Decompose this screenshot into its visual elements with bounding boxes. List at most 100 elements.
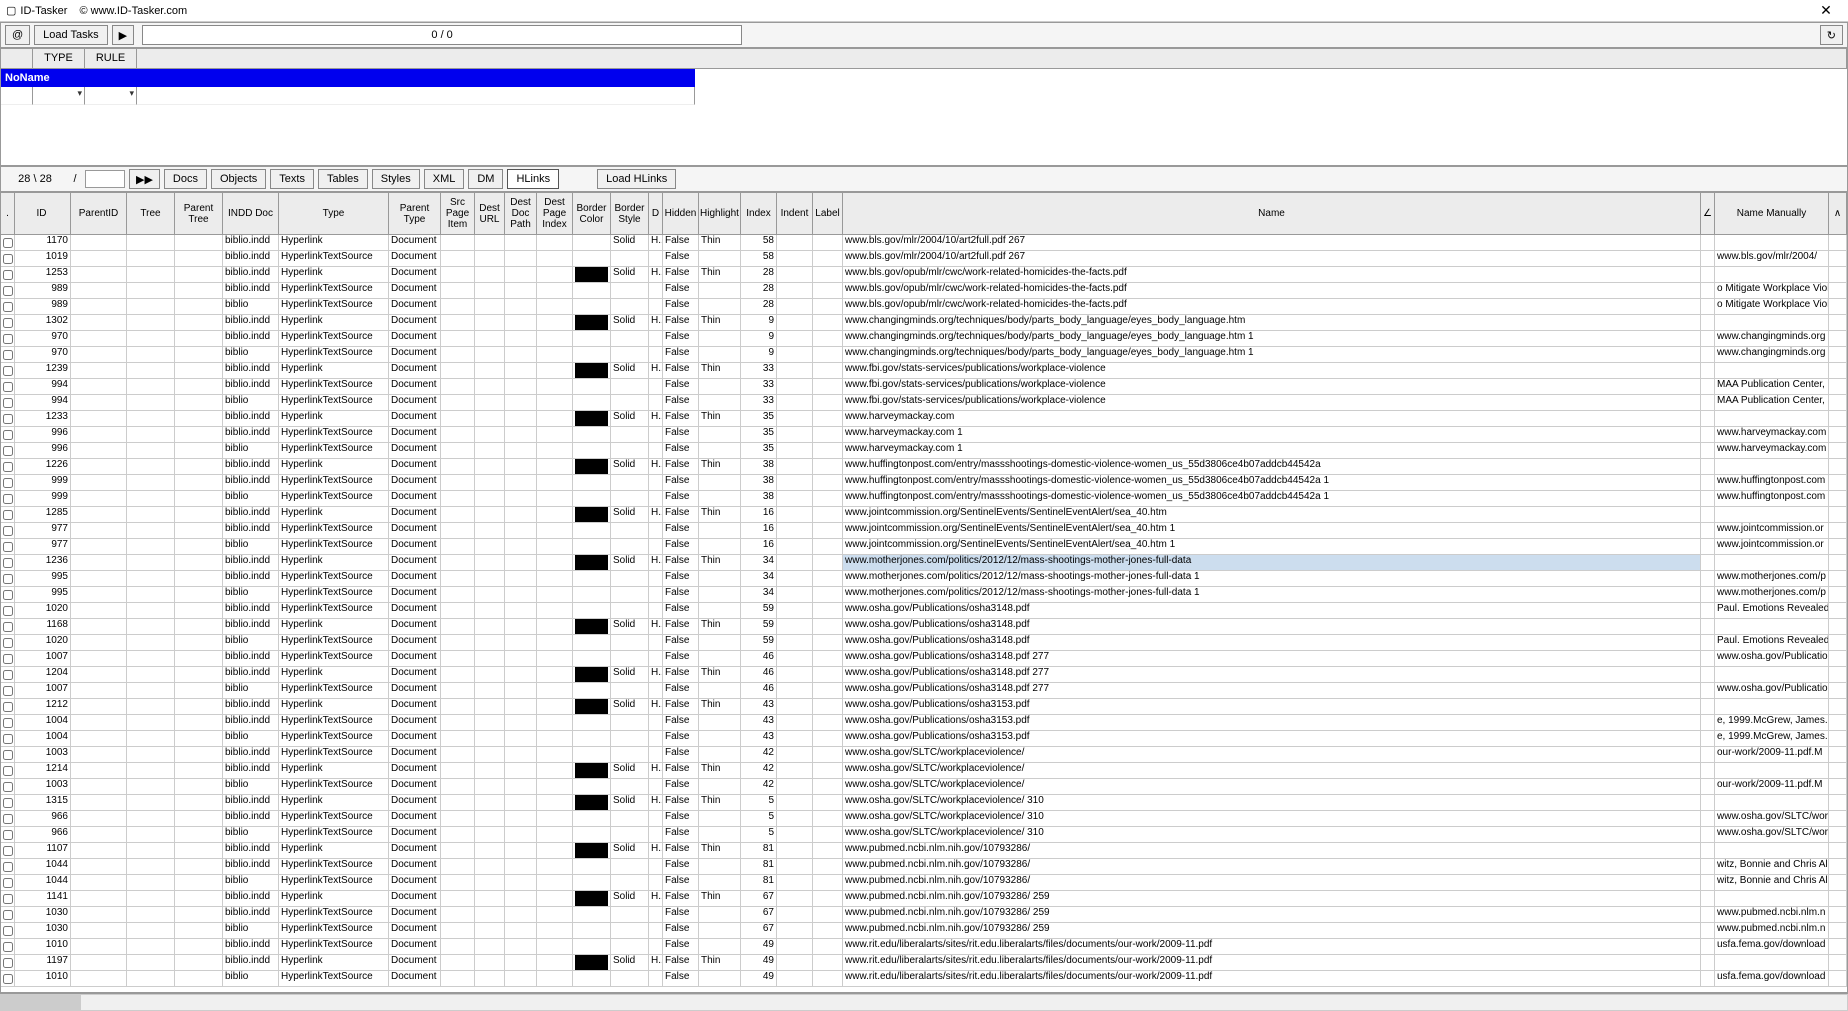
table-row[interactable]: 1004biblioHyperlinkTextSourceDocumentFal… [1, 731, 1847, 747]
table-row[interactable]: 1170biblio.inddHyperlinkDocumentSolidH..… [1, 235, 1847, 251]
table-row[interactable]: 1007biblio.inddHyperlinkTextSourceDocume… [1, 651, 1847, 667]
table-row[interactable]: 1007biblioHyperlinkTextSourceDocumentFal… [1, 683, 1847, 699]
row-checkbox[interactable] [1, 651, 15, 666]
col-indent[interactable]: Indent [777, 193, 813, 234]
col-type[interactable]: Type [279, 193, 389, 234]
table-row[interactable]: 1197biblio.inddHyperlinkDocumentSolidH..… [1, 955, 1847, 971]
table-row[interactable]: 1010biblio.inddHyperlinkTextSourceDocume… [1, 939, 1847, 955]
table-row[interactable]: 977biblioHyperlinkTextSourceDocumentFals… [1, 539, 1847, 555]
row-checkbox[interactable] [1, 939, 15, 954]
row-checkbox[interactable] [1, 507, 15, 522]
at-button[interactable]: @ [5, 25, 30, 45]
table-row[interactable]: 1285biblio.inddHyperlinkDocumentSolidH..… [1, 507, 1847, 523]
grid1-col-rule[interactable]: RULE [85, 49, 137, 69]
col-check[interactable]: . [1, 193, 15, 234]
col-parentid[interactable]: ParentID [71, 193, 127, 234]
row-checkbox[interactable] [1, 379, 15, 394]
col-id[interactable]: ID [15, 193, 71, 234]
row-checkbox[interactable] [1, 555, 15, 570]
row-checkbox[interactable] [1, 571, 15, 586]
col-index[interactable]: Index [741, 193, 777, 234]
row-checkbox[interactable] [1, 539, 15, 554]
row-checkbox[interactable] [1, 443, 15, 458]
row-checkbox[interactable] [1, 683, 15, 698]
grid1-col-rest[interactable] [137, 49, 1847, 69]
col-bordercolor[interactable]: Border Color [573, 193, 611, 234]
table-row[interactable]: 970biblioHyperlinkTextSourceDocumentFals… [1, 347, 1847, 363]
col-sort-icon[interactable]: ∠ [1701, 193, 1715, 234]
rule-dropdown[interactable] [85, 87, 137, 105]
table-row[interactable]: 966biblio.inddHyperlinkTextSourceDocumen… [1, 811, 1847, 827]
row-checkbox[interactable] [1, 475, 15, 490]
table-row[interactable]: 989biblio.inddHyperlinkTextSourceDocumen… [1, 283, 1847, 299]
col-hidden[interactable]: Hidden [663, 193, 699, 234]
row-checkbox[interactable] [1, 427, 15, 442]
row-checkbox[interactable] [1, 331, 15, 346]
table-row[interactable]: 1020biblioHyperlinkTextSourceDocumentFal… [1, 635, 1847, 651]
row-checkbox[interactable] [1, 811, 15, 826]
col-scroll-icon[interactable]: ∧ [1829, 193, 1847, 234]
docs-button[interactable]: Docs [164, 169, 207, 189]
play-button[interactable]: ▶ [112, 25, 134, 45]
table-row[interactable]: 999biblio.inddHyperlinkTextSourceDocumen… [1, 475, 1847, 491]
row-checkbox[interactable] [1, 283, 15, 298]
row-checkbox[interactable] [1, 875, 15, 890]
row-checkbox[interactable] [1, 299, 15, 314]
row-checkbox[interactable] [1, 843, 15, 858]
row-checkbox[interactable] [1, 395, 15, 410]
table-row[interactable]: 1214biblio.inddHyperlinkDocumentSolidH..… [1, 763, 1847, 779]
table-row[interactable]: 1168biblio.inddHyperlinkDocumentSolidH..… [1, 619, 1847, 635]
row-checkbox[interactable] [1, 267, 15, 282]
table-row[interactable]: 1212biblio.inddHyperlinkDocumentSolidH..… [1, 699, 1847, 715]
row-checkbox[interactable] [1, 795, 15, 810]
table-row[interactable]: 977biblio.inddHyperlinkTextSourceDocumen… [1, 523, 1847, 539]
bottom-scrollbar[interactable] [0, 993, 1848, 1011]
row-checkbox[interactable] [1, 251, 15, 266]
row-checkbox[interactable] [1, 827, 15, 842]
table-row[interactable]: 1233biblio.inddHyperlinkDocumentSolidH..… [1, 411, 1847, 427]
styles-button[interactable]: Styles [372, 169, 420, 189]
table-row[interactable]: 1003biblioHyperlinkTextSourceDocumentFal… [1, 779, 1847, 795]
hlinks-body[interactable]: 1170biblio.inddHyperlinkDocumentSolidH..… [1, 235, 1847, 992]
col-indddoc[interactable]: INDD Doc [223, 193, 279, 234]
table-row[interactable]: 1315biblio.inddHyperlinkDocumentSolidH..… [1, 795, 1847, 811]
col-borderstyle[interactable]: Border Style [611, 193, 649, 234]
row-checkbox[interactable] [1, 235, 15, 250]
row-checkbox[interactable] [1, 523, 15, 538]
col-label[interactable]: Label [813, 193, 843, 234]
row-checkbox[interactable] [1, 315, 15, 330]
table-row[interactable]: 1010biblioHyperlinkTextSourceDocumentFal… [1, 971, 1847, 987]
load-hlinks-button[interactable]: Load HLinks [597, 169, 676, 189]
objects-button[interactable]: Objects [211, 169, 266, 189]
row-checkbox[interactable] [1, 603, 15, 618]
row-checkbox[interactable] [1, 411, 15, 426]
row2-rest[interactable] [137, 87, 695, 105]
col-namemanually[interactable]: Name Manually [1715, 193, 1829, 234]
row-checkbox[interactable] [1, 907, 15, 922]
table-row[interactable]: 995biblioHyperlinkTextSourceDocumentFals… [1, 587, 1847, 603]
table-row[interactable]: 989biblioHyperlinkTextSourceDocumentFals… [1, 299, 1847, 315]
row-checkbox[interactable] [1, 763, 15, 778]
table-row[interactable]: 996biblio.inddHyperlinkTextSourceDocumen… [1, 427, 1847, 443]
row-checkbox[interactable] [1, 347, 15, 362]
table-row[interactable]: 1030biblioHyperlinkTextSourceDocumentFal… [1, 923, 1847, 939]
load-tasks-button[interactable]: Load Tasks [34, 25, 107, 45]
row-checkbox[interactable] [1, 635, 15, 650]
table-row[interactable]: 999biblioHyperlinkTextSourceDocumentFals… [1, 491, 1847, 507]
col-srcpageitem[interactable]: Src Page Item [441, 193, 475, 234]
row-checkbox[interactable] [1, 715, 15, 730]
table-row[interactable]: 1019biblio.inddHyperlinkTextSourceDocume… [1, 251, 1847, 267]
close-icon[interactable]: ✕ [1810, 2, 1842, 19]
grid1-col-blank[interactable] [1, 49, 33, 69]
table-row[interactable]: 1044biblioHyperlinkTextSourceDocumentFal… [1, 875, 1847, 891]
table-row[interactable]: 1004biblio.inddHyperlinkTextSourceDocume… [1, 715, 1847, 731]
table-row[interactable]: 966biblioHyperlinkTextSourceDocumentFals… [1, 827, 1847, 843]
row-checkbox[interactable] [1, 619, 15, 634]
xml-button[interactable]: XML [424, 169, 465, 189]
col-highlight[interactable]: Highlight [699, 193, 741, 234]
row-checkbox[interactable] [1, 923, 15, 938]
row-checkbox[interactable] [1, 491, 15, 506]
table-row[interactable]: 1302biblio.inddHyperlinkDocumentSolidH..… [1, 315, 1847, 331]
table-row[interactable]: 995biblio.inddHyperlinkTextSourceDocumen… [1, 571, 1847, 587]
dm-button[interactable]: DM [468, 169, 503, 189]
